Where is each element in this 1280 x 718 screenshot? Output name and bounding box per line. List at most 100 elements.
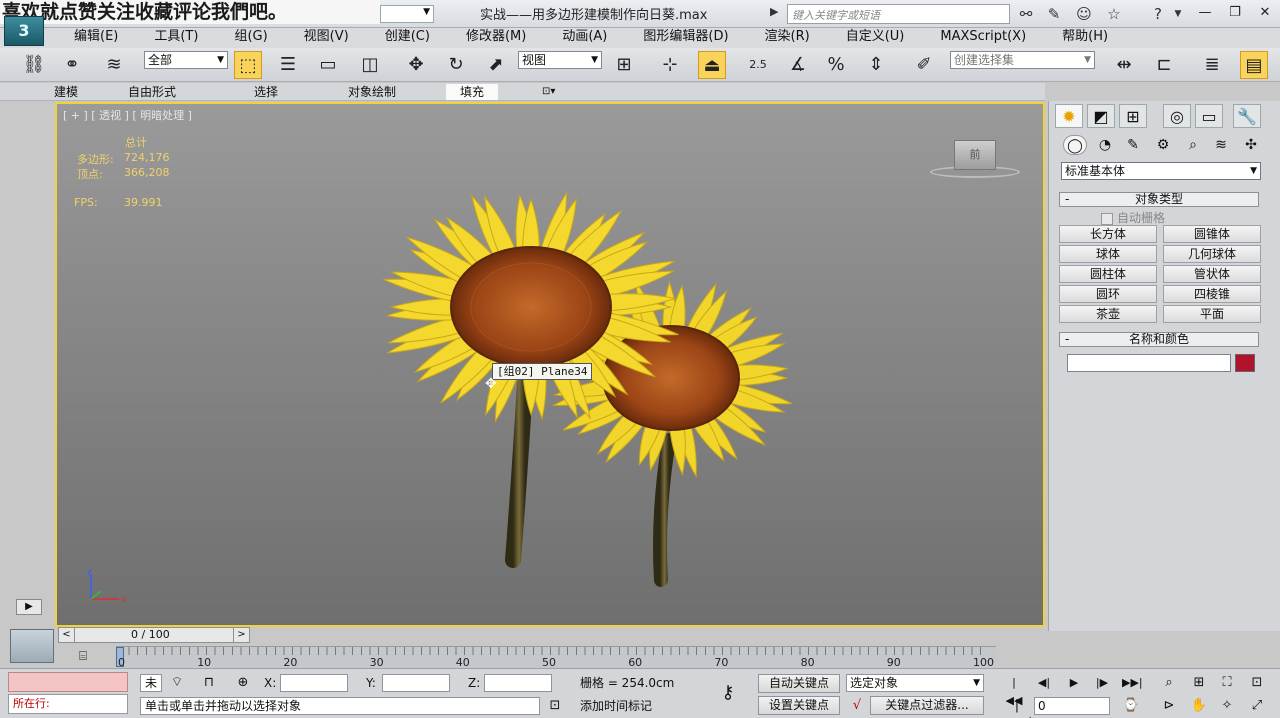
select-by-name-icon[interactable]: ☰ (274, 51, 302, 79)
link-icon[interactable]: ⛓ (20, 51, 48, 79)
create-tab-icon[interactable]: ✹ (1055, 104, 1083, 128)
torus-button[interactable]: 圆环 (1059, 285, 1157, 303)
geometry-icon[interactable]: ◯ (1063, 135, 1087, 155)
align-icon[interactable]: ⊏ (1150, 51, 1178, 79)
key-mode-dropdown[interactable]: 选定对象 ▼ (846, 674, 984, 692)
object-color-swatch[interactable] (1235, 354, 1255, 372)
cone-button[interactable]: 圆锥体 (1163, 225, 1261, 243)
snaps-toggle-icon[interactable]: 2.5 (744, 51, 772, 79)
systems-icon[interactable]: ✣ (1239, 135, 1263, 155)
menu-create[interactable]: 创建(C) (385, 28, 430, 48)
communication-center-icon[interactable]: ✎ (1044, 5, 1064, 23)
binoculars-icon[interactable]: ⚯ (1016, 5, 1036, 23)
named-selection-set-dropdown[interactable]: 创建选择集 ▼ (950, 51, 1095, 69)
box-button[interactable]: 长方体 (1059, 225, 1157, 243)
rotate-icon[interactable]: ↻ (442, 51, 470, 79)
tab-object-paint[interactable]: 对象绘制 (348, 84, 396, 100)
lights-icon[interactable]: ✎ (1121, 135, 1145, 155)
modify-tab-icon[interactable]: ◩ (1087, 104, 1115, 128)
tab-modeling[interactable]: 建模 (54, 84, 78, 100)
percent-snap-icon[interactable]: % (822, 51, 850, 79)
quick-access-dropdown[interactable]: ▼ (380, 5, 434, 23)
menu-edit[interactable]: 编辑(E) (74, 28, 118, 48)
helpers-icon[interactable]: ⌕ (1181, 135, 1205, 155)
primitive-category-dropdown[interactable]: 标准基本体 ▼ (1061, 162, 1261, 180)
object-name-input[interactable] (1067, 354, 1231, 372)
selection-lock-icon[interactable]: ⊓ (200, 674, 218, 692)
keyboard-shortcut-override-icon[interactable]: ⏏ (698, 51, 726, 79)
autogrid-checkbox[interactable]: 自动栅格 (1101, 209, 1165, 226)
window-crossing-icon[interactable]: ◫ (356, 51, 384, 79)
unlink-icon[interactable]: ⚭ (58, 51, 86, 79)
menu-help[interactable]: 帮助(H) (1062, 28, 1108, 48)
key-mode-toggle-icon[interactable]: |◀▶| (1008, 697, 1032, 718)
zoom-icon[interactable]: ⌕ (1160, 674, 1178, 692)
isolate-selection-icon[interactable]: ⌔ (168, 674, 186, 692)
reference-coordinate-dropdown[interactable]: 视图 ▼ (518, 51, 602, 69)
menu-animation[interactable]: 动画(A) (562, 28, 607, 48)
person-icon[interactable]: ☺ (1074, 5, 1094, 23)
pyramid-button[interactable]: 四棱锥 (1163, 285, 1261, 303)
key-filters-button[interactable]: 关键点过滤器... (870, 696, 984, 715)
x-coordinate-input[interactable] (280, 674, 348, 692)
maximize-button[interactable]: ❐ (1220, 0, 1250, 26)
auto-key-button[interactable]: 自动关键点 (758, 674, 840, 693)
absolute-mode-icon[interactable]: ⊕ (234, 674, 252, 692)
menu-modifiers[interactable]: 修改器(M) (466, 28, 526, 48)
pivot-center-icon[interactable]: ⊞ (610, 51, 638, 79)
set-key-mode-icon[interactable]: ⚷ (712, 684, 744, 702)
scale-icon[interactable]: ⬈ (482, 51, 510, 79)
object-type-rollout[interactable]: - 对象类型 (1059, 192, 1259, 207)
select-manipulate-icon[interactable]: ⊹ (656, 51, 684, 79)
ribbon-options-icon[interactable]: ⊡▾ (542, 84, 555, 100)
menu-rendering[interactable]: 渲染(R) (765, 28, 810, 48)
move-icon[interactable]: ✥ (402, 51, 430, 79)
perspective-viewport[interactable]: [ + ] [ 透视 ] [ 明暗处理 ] 总计 多边形: 724,176 顶点… (55, 102, 1045, 627)
motion-tab-icon[interactable]: ◎ (1163, 104, 1191, 128)
hierarchy-tab-icon[interactable]: ⊞ (1119, 104, 1147, 128)
menu-graph-editors[interactable]: 图形编辑器(D) (643, 28, 728, 48)
add-time-tag-label[interactable]: 添加时间标记 (580, 697, 652, 715)
maximize-viewport-icon[interactable]: ⤢ (1248, 697, 1266, 715)
name-and-color-rollout[interactable]: - 名称和颜色 (1059, 332, 1259, 347)
layer-manager-icon[interactable]: ≣ (1198, 51, 1226, 79)
menu-group[interactable]: 组(G) (234, 28, 267, 48)
time-slider[interactable]: < 0 / 100 > (58, 627, 250, 643)
teapot-button[interactable]: 茶壶 (1059, 305, 1157, 323)
menu-views[interactable]: 视图(V) (304, 28, 349, 48)
play-icon[interactable]: ▶ (1064, 674, 1084, 692)
set-key-button[interactable]: 设置关键点 (758, 696, 840, 715)
angle-snap-icon[interactable]: ∡ (784, 51, 812, 79)
bind-space-warp-icon[interactable]: ≋ (100, 51, 128, 79)
sphere-button[interactable]: 球体 (1059, 245, 1157, 263)
cylinder-button[interactable]: 圆柱体 (1059, 265, 1157, 283)
tube-button[interactable]: 管状体 (1163, 265, 1261, 283)
zoom-all-icon[interactable]: ⊞ (1190, 674, 1208, 692)
menu-maxscript[interactable]: MAXScript(X) (940, 28, 1026, 48)
help-icon[interactable]: ? (1148, 5, 1168, 23)
maxscript-mini-listener[interactable] (8, 672, 128, 692)
selection-filter-dropdown[interactable]: 全部 ▼ (144, 51, 228, 69)
plane-button[interactable]: 平面 (1163, 305, 1261, 323)
tab-selection[interactable]: 选择 (254, 84, 278, 100)
viewcube-icon[interactable]: 前 (954, 140, 996, 170)
tab-populate[interactable]: 填充 (446, 84, 499, 100)
cameras-icon[interactable]: ⚙ (1151, 135, 1175, 155)
menu-tools[interactable]: 工具(T) (154, 28, 198, 48)
orbit-icon[interactable]: ✧ (1218, 697, 1236, 715)
maxscript-listener-icon[interactable] (10, 629, 54, 663)
go-to-end-icon[interactable]: ▶▶| (1122, 674, 1143, 692)
space-warps-icon[interactable]: ≋ (1209, 135, 1233, 155)
tab-freeform[interactable]: 自由形式 (128, 84, 176, 100)
display-tab-icon[interactable]: ▭ (1195, 104, 1223, 128)
spinner-snap-icon[interactable]: ⇕ (862, 51, 890, 79)
pan-view-icon[interactable]: ✋ (1190, 697, 1208, 715)
play-preview-icon[interactable]: ▶ (16, 599, 42, 615)
title-chevron-icon[interactable]: ▶ (770, 5, 778, 18)
mirror-icon[interactable]: ⇹ (1110, 51, 1138, 79)
time-configuration-icon[interactable]: ⌚ (1122, 697, 1140, 715)
y-coordinate-input[interactable] (382, 674, 450, 692)
current-frame-input[interactable]: 0 (1034, 697, 1110, 715)
menu-customize[interactable]: 自定义(U) (846, 28, 905, 48)
time-tag-icon[interactable]: ⊡ (546, 697, 564, 715)
